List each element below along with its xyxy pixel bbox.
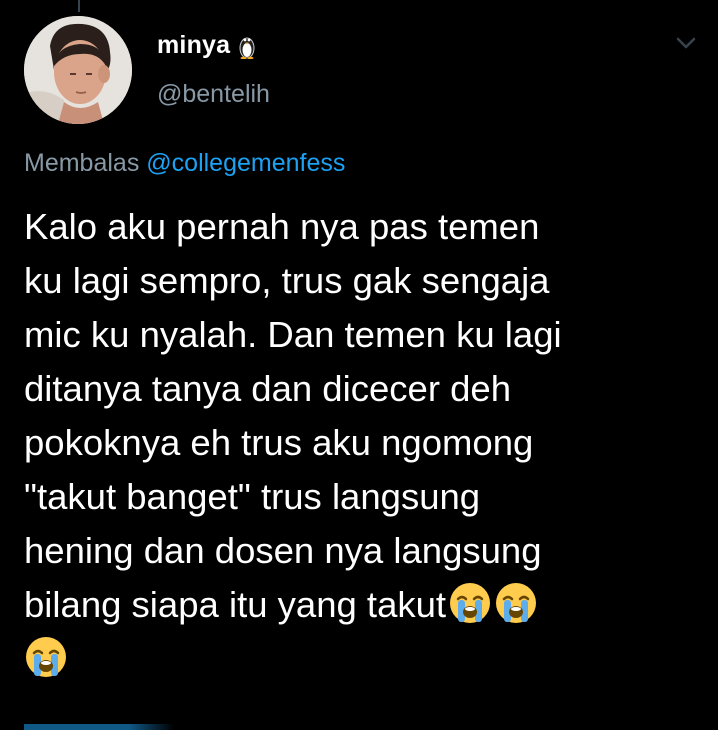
cropped-link-text [24,724,174,730]
reply-mention-link[interactable]: @collegemenfess [146,149,345,177]
tweet-line: "takut banget" trus langsung [24,476,481,517]
author-handle[interactable]: @bentelih [157,80,270,109]
tweet-text: Kalo aku pernah nya pas temen ku lagi se… [24,200,694,686]
loudly-crying-face-icon [450,583,491,623]
tweet-line: pokoknya eh trus aku ngomong [24,422,534,463]
penguin-icon [239,37,255,59]
tweet-line: ku lagi sempro, trus gak sengaja [24,260,550,301]
thread-connector-line [78,0,80,12]
author-name-row[interactable]: minya [157,31,256,60]
chevron-down-icon[interactable] [672,32,700,54]
avatar[interactable] [24,16,132,124]
replying-to: Membalas @collegemenfess [24,149,345,178]
loudly-crying-face-icon [26,637,66,677]
tweet-line: hening dan dosen nya langsung [24,530,542,571]
reply-prefix: Membalas [24,149,140,177]
loudly-crying-face-icon [496,583,537,623]
tweet: minya @bentelih Membalas @collegemenfess… [0,0,718,730]
tweet-line: ditanya tanya dan dicecer deh [24,368,512,409]
tweet-line: bilang siapa itu yang takut [24,584,447,625]
tweet-line: mic ku nyalah. Dan temen ku lagi [24,314,562,355]
display-name[interactable]: minya [157,31,230,60]
tweet-line: Kalo aku pernah nya pas temen [24,206,540,247]
